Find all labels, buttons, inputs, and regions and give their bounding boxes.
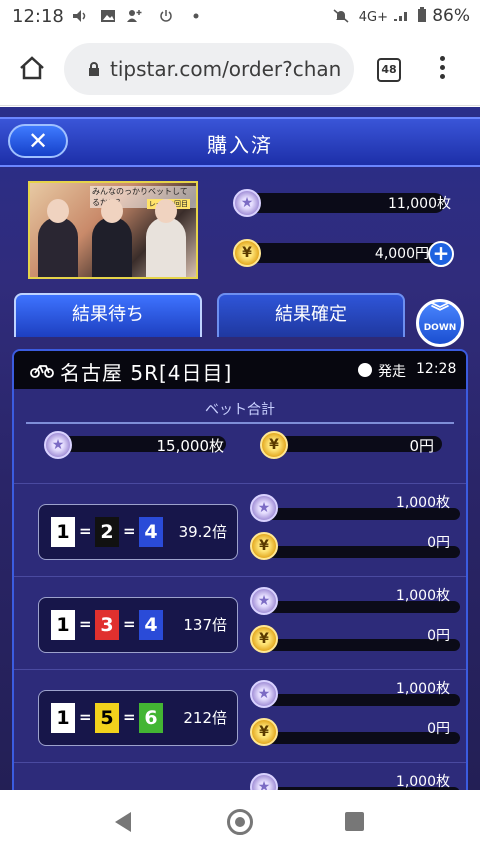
bet-yen: 0円 [427,721,450,737]
divider [26,422,454,424]
equals-sign: = [79,615,92,633]
page-title: 購入済 [207,133,273,157]
yen-coin-icon: ¥ [250,718,278,746]
signal-icon [394,12,408,21]
bet-yen: 0円 [427,535,450,551]
start-label: 発走 [378,364,406,380]
bike-number: 4 [139,517,163,547]
tab-confirmed-results[interactable]: 結果確定 [217,293,405,337]
chevron-down-icon: ︾ [431,302,449,323]
bike-number: 4 [139,610,163,640]
points-balance: ★ 11,000枚 [233,187,463,219]
home-circle-icon[interactable] [227,809,253,835]
add-funds-button[interactable]: + [428,241,454,267]
lock-icon [89,62,99,76]
browser-toolbar: tipstar.com/order?chan 48 [0,34,480,106]
add-person-icon [127,10,142,22]
bet-points: 1,000枚 [395,774,450,790]
yen-coin-icon: ¥ [233,239,261,267]
recent-apps-icon[interactable] [345,812,364,831]
yen-value: 4,000円 [374,246,429,262]
odds: 212倍 [183,709,227,727]
equals-sign: = [79,708,92,726]
equals-sign: = [123,615,136,633]
bet-row: 1 5 6 = = 212倍 ★ 1,000枚 ¥0円 [14,669,466,761]
bet-combination[interactable]: 1 2 4 = = 39.2倍 [38,504,238,560]
star-coin-icon: ★ [250,587,278,615]
clock-icon [358,363,372,377]
bet-row: 1 2 4 = = 39.2倍 ★ 1,000枚 ¥0円 [14,483,466,575]
star-coin-icon: ★ [250,773,278,790]
start-time: 12:28 [416,361,457,377]
down-button[interactable]: ︾ DOWN [416,299,464,347]
bet-row: 1 3 4 = = 137倍 ★ 1,000枚 ¥0円 [14,576,466,668]
menu-icon[interactable] [438,56,446,84]
power-icon [160,10,172,22]
bet-row: ★ 1,000枚 [14,762,466,790]
star-coin-icon: ★ [44,431,72,459]
yen-coin-icon: ¥ [260,431,288,459]
race-header: 名古屋 5R[4日目] 発走 12:28 [14,351,466,389]
equals-sign: = [123,708,136,726]
bet-combination[interactable]: 1 5 6 = = 212倍 [38,690,238,746]
bet-combination[interactable]: 1 3 4 = = 137倍 [38,597,238,653]
bet-points: 1,000枚 [395,588,450,604]
person-figure [146,199,186,277]
mute-bell-icon [333,9,349,23]
yen-coin-icon: ¥ [250,625,278,653]
star-coin-icon: ★ [233,189,261,217]
star-coin-icon: ★ [250,680,278,708]
bet-total-label: ベット合計 [205,402,275,418]
tab-switcher-button[interactable]: 48 [377,58,401,82]
app-content: ✕ 購入済 みんなのっかりベットしてるかい？ レース2回目 ★ 11,000枚 … [0,107,480,790]
bike-number: 6 [139,703,163,733]
back-icon[interactable] [115,812,131,832]
tab-pending-results[interactable]: 結果待ち [14,293,202,337]
network-label: 4G+ [358,10,388,25]
status-time: 12:18 [12,6,64,27]
bicycle-icon [30,365,54,378]
bet-yen: 0円 [427,628,450,644]
bet-points: 1,000枚 [395,495,450,511]
person-figure [38,199,78,277]
volume-icon [73,10,86,22]
home-icon[interactable] [18,54,46,82]
bike-number: 1 [51,610,75,640]
promo-thumbnail[interactable]: みんなのっかりベットしてるかい？ レース2回目 [28,181,198,279]
address-bar[interactable]: tipstar.com/order?chan [64,43,354,95]
dot-icon [193,13,199,19]
bike-number: 1 [51,517,75,547]
status-bar: 12:18 4G+ 86% [0,0,480,34]
yen-coin-icon: ¥ [250,532,278,560]
equals-sign: = [79,522,92,540]
person-figure [92,199,132,277]
system-nav-bar [0,790,480,853]
points-value: 11,000枚 [388,196,451,212]
bike-number: 1 [51,703,75,733]
down-label: DOWN [423,323,457,333]
status-right: 4G+ 86% [359,6,470,26]
equals-sign: = [123,522,136,540]
bike-number: 2 [95,517,119,547]
battery-icon [417,7,426,22]
star-coin-icon: ★ [250,494,278,522]
url-text[interactable]: tipstar.com/order?chan [110,57,340,81]
bet-points: 1,000枚 [395,681,450,697]
battery-level: 86% [432,6,470,26]
odds: 137倍 [183,616,227,634]
bike-number: 3 [95,610,119,640]
odds: 39.2倍 [178,523,227,541]
title-bar: ✕ 購入済 [0,117,480,167]
total-points: 15,000枚 [156,437,225,455]
bike-number: 5 [95,703,119,733]
total-yen: 0円 [409,437,434,455]
image-icon [101,10,115,22]
race-card: 名古屋 5R[4日目] 発走 12:28 ベット合計 ★ 15,000枚 ¥ 0… [12,349,468,790]
race-name: 名古屋 5R[4日目] [60,361,233,385]
